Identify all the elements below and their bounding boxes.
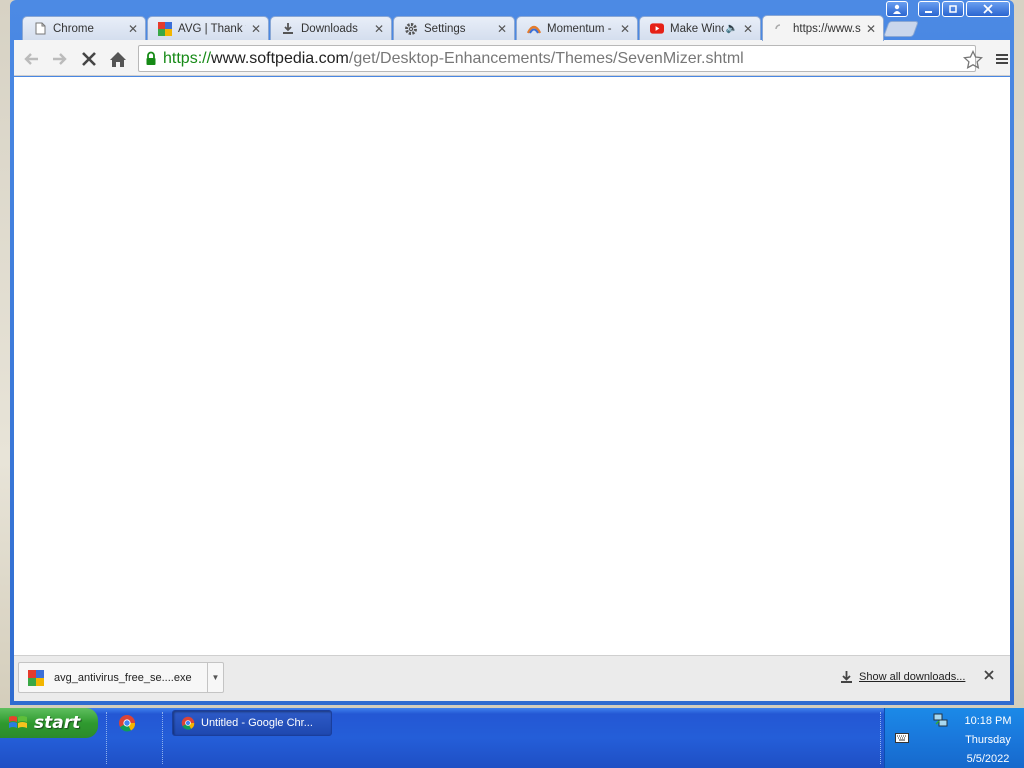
tab-momentum[interactable]: Momentum - C ✕	[516, 16, 638, 40]
tab-chrome[interactable]: Chrome ✕	[22, 16, 146, 40]
browser-toolbar: https://www.softpedia.com/get/Desktop-En…	[14, 40, 1010, 76]
page-content[interactable]	[14, 77, 1010, 655]
chevron-down-icon[interactable]: ▼	[207, 663, 223, 692]
momentum-icon	[527, 22, 541, 36]
gear-icon	[404, 22, 418, 36]
chrome-window: Chrome ✕ AVG | Thank y ✕ Downloads ✕ Set…	[10, 0, 1014, 705]
hamburger-menu-icon	[996, 54, 1008, 64]
download-icon	[840, 670, 853, 684]
clock-time: 10:18 PM	[964, 715, 1012, 727]
back-button[interactable]	[20, 48, 42, 70]
chrome-icon	[181, 716, 195, 730]
start-button[interactable]: start	[0, 708, 98, 738]
minimize-button[interactable]	[918, 1, 940, 17]
clock-day: Thursday	[965, 734, 1011, 746]
show-all-label: Show all downloads...	[859, 671, 966, 683]
close-icon[interactable]: ✕	[742, 22, 754, 36]
tab-softpedia[interactable]: https://www.s ✕	[762, 15, 884, 41]
minimize-icon	[925, 11, 932, 13]
loading-icon	[773, 22, 787, 36]
quicklaunch-chrome-icon[interactable]	[118, 714, 136, 732]
system-tray: 10:18 PM Thursday 5/5/2022	[884, 708, 1024, 768]
tab-youtube[interactable]: Make Winc 🔈 ✕	[639, 16, 761, 40]
user-icon	[893, 4, 901, 14]
clock-date: 5/5/2022	[966, 753, 1010, 765]
keyboard-icon[interactable]	[895, 732, 909, 746]
download-shelf: avg_antivirus_free_se....exe ▼ Show all …	[14, 655, 1010, 701]
close-icon[interactable]: ✕	[619, 22, 631, 36]
download-icon	[281, 22, 295, 36]
avg-installer-icon	[28, 669, 44, 686]
tab-label: Downloads	[301, 22, 358, 35]
windows-logo-icon	[8, 714, 28, 732]
profile-button[interactable]	[886, 1, 908, 17]
tab-label: Settings	[424, 22, 466, 35]
back-arrow-icon	[24, 53, 38, 65]
title-bar[interactable]: Chrome ✕ AVG | Thank y ✕ Downloads ✕ Set…	[10, 0, 1014, 41]
tab-label: https://www.s	[793, 22, 861, 35]
close-window-button[interactable]	[966, 1, 1010, 17]
menu-button[interactable]	[991, 48, 1013, 70]
bookmark-star-button[interactable]	[962, 48, 984, 70]
quicklaunch-separator	[106, 712, 108, 764]
forward-button[interactable]	[49, 48, 71, 70]
download-item[interactable]: avg_antivirus_free_se....exe ▼	[18, 662, 224, 693]
close-icon[interactable]: ✕	[250, 22, 262, 36]
tab-settings[interactable]: Settings ✕	[393, 16, 515, 40]
address-bar[interactable]: https://www.softpedia.com/get/Desktop-En…	[138, 45, 976, 72]
close-icon[interactable]: ✕	[373, 22, 385, 36]
download-filename: avg_antivirus_free_se....exe	[54, 671, 192, 684]
stop-icon	[82, 52, 96, 66]
youtube-icon	[650, 22, 664, 36]
new-tab-button[interactable]	[883, 21, 919, 37]
forward-arrow-icon	[53, 53, 67, 65]
close-icon[interactable]: ✕	[127, 22, 139, 36]
home-icon	[110, 51, 126, 67]
close-icon[interactable]: ✕	[496, 22, 508, 36]
taskbar: start Untitled - Google Chr... 10:18 PM …	[0, 708, 1024, 768]
lock-icon	[145, 51, 157, 66]
taskbar-item-label: Untitled - Google Chr...	[201, 717, 313, 729]
close-shelf-button[interactable]	[984, 668, 994, 684]
show-all-downloads-link[interactable]: Show all downloads...	[840, 670, 965, 684]
star-icon	[963, 49, 983, 69]
close-icon	[983, 4, 993, 14]
tray-separator	[880, 712, 882, 764]
taskbar-item-chrome[interactable]: Untitled - Google Chr...	[172, 710, 332, 736]
clock[interactable]: 10:18 PM Thursday 5/5/2022	[955, 712, 1021, 768]
tab-label: Make Winc	[670, 22, 724, 35]
tab-avg[interactable]: AVG | Thank y ✕	[147, 16, 269, 40]
speaker-icon: 🔈	[725, 23, 738, 34]
close-icon[interactable]: ✕	[865, 22, 877, 36]
tab-label: Chrome	[53, 22, 94, 35]
home-button[interactable]	[107, 48, 129, 70]
start-label: start	[34, 713, 81, 733]
maximize-button[interactable]	[942, 1, 964, 17]
page-icon	[33, 22, 47, 36]
stop-button[interactable]	[78, 48, 100, 70]
tab-downloads[interactable]: Downloads ✕	[270, 16, 392, 40]
url-path: /get/Desktop-Enhancements/Themes/SevenMi…	[348, 49, 744, 67]
avg-icon	[158, 21, 172, 36]
url-scheme: https://	[163, 49, 212, 67]
url-host: www.softpedia.com	[211, 49, 349, 67]
network-icon[interactable]	[933, 712, 949, 731]
close-icon	[984, 670, 994, 680]
restore-icon	[949, 5, 957, 13]
quicklaunch-separator	[162, 712, 164, 764]
tab-label: AVG | Thank y	[178, 22, 246, 35]
tab-label: Momentum - C	[547, 22, 615, 35]
